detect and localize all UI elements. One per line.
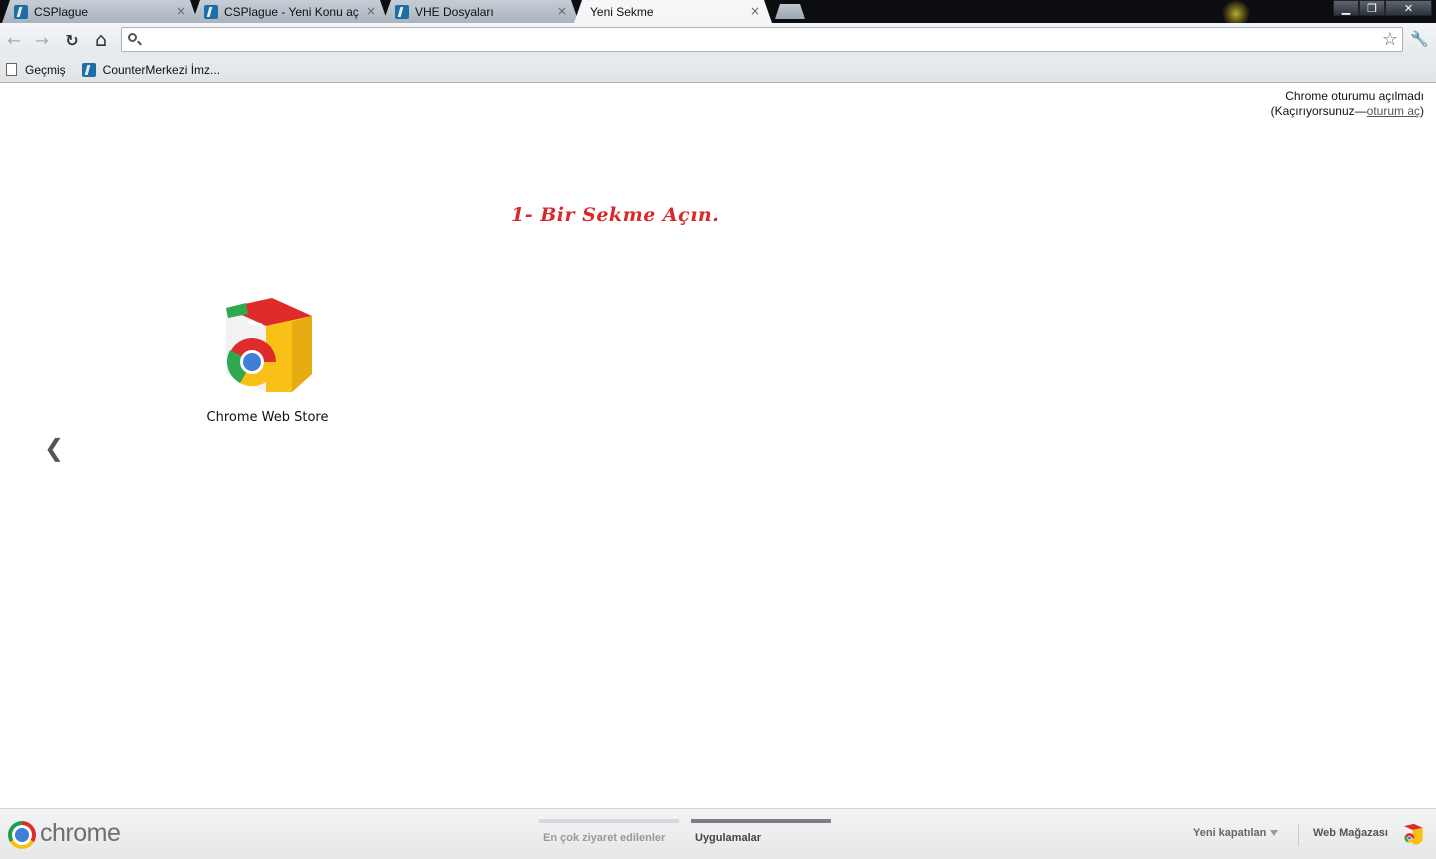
- tutorial-annotation: 1- Bir Sekme Açın.: [511, 204, 720, 226]
- ntp-footer: chrome En çok ziyaret edilenler Uygulama…: [0, 808, 1436, 859]
- minimize-button[interactable]: ▁: [1333, 0, 1359, 16]
- forward-button[interactable]: →: [32, 30, 52, 50]
- web-store-icon[interactable]: [1402, 823, 1424, 845]
- web-store-link[interactable]: Web Mağazası: [1313, 827, 1388, 839]
- omnibox[interactable]: ☆: [121, 27, 1403, 52]
- footer-divider: [1298, 824, 1299, 846]
- tab-strip: CSPlague × CSPlague - Yeni Konu aç × VHE…: [0, 0, 1436, 23]
- page-icon: [6, 63, 17, 76]
- site-favicon-icon: [81, 62, 96, 77]
- site-favicon-icon: [395, 4, 409, 19]
- bookmark-gecmis[interactable]: Geçmiş: [6, 63, 66, 77]
- bookmark-label: Geçmiş: [25, 62, 66, 77]
- app-tile-chrome-web-store[interactable]: Chrome Web Store: [200, 294, 335, 425]
- app-label: Chrome Web Store: [206, 410, 329, 425]
- tab-title: CSPlague - Yeni Konu aç: [224, 4, 359, 19]
- bookmark-label: CounterMerkezi İmz...: [102, 62, 221, 77]
- back-button[interactable]: ←: [4, 30, 24, 50]
- signin-suffix: ): [1420, 104, 1424, 118]
- footer-tab-label: En çok ziyaret edilenler: [543, 832, 666, 844]
- bookmarks-bar: Geçmiş CounterMerkezi İmz...: [0, 57, 1436, 83]
- chrome-wordmark: chrome: [40, 819, 121, 847]
- tab-title: CSPlague: [34, 4, 89, 19]
- chrome-logo-icon: [8, 821, 36, 849]
- recently-closed-menu[interactable]: Yeni kapatılan: [1193, 827, 1279, 839]
- tab-close-icon[interactable]: ×: [176, 4, 186, 18]
- signin-link[interactable]: oturum aç: [1367, 104, 1420, 118]
- tab-close-icon[interactable]: ×: [366, 4, 376, 18]
- tab-close-icon[interactable]: ×: [750, 4, 760, 18]
- site-favicon-icon: [204, 4, 218, 19]
- page-left-chevron-icon[interactable]: ❮: [44, 434, 64, 462]
- home-button[interactable]: ⌂: [91, 29, 111, 51]
- signin-promo: Chrome oturumu açılmadı (Kaçırıyorsunuz—…: [1271, 89, 1424, 119]
- tab-title: Yeni Sekme: [590, 4, 654, 19]
- tab-yeni-sekme[interactable]: Yeni Sekme ×: [574, 0, 772, 23]
- close-window-button[interactable]: ✕: [1385, 0, 1432, 16]
- footer-tab-most-visited[interactable]: En çok ziyaret edilenler: [539, 819, 679, 849]
- footer-tab-apps[interactable]: Uygulamalar: [691, 819, 831, 849]
- maximize-button[interactable]: ❐: [1359, 0, 1385, 16]
- site-favicon-icon: [14, 4, 28, 19]
- chevron-down-icon: [1270, 830, 1279, 837]
- bookmark-countermerkezi[interactable]: CounterMerkezi İmz...: [81, 62, 221, 77]
- tab-csplague-yeni-konu[interactable]: CSPlague - Yeni Konu aç ×: [192, 0, 388, 23]
- recently-closed-label: Yeni kapatılan: [1193, 827, 1267, 839]
- chrome-web-store-icon: [222, 294, 314, 394]
- new-tab-button[interactable]: [775, 4, 805, 19]
- address-input[interactable]: [148, 30, 1368, 49]
- wrench-menu-icon[interactable]: 🔧: [1410, 30, 1429, 48]
- signin-prefix: (Kaçırıyorsunuz—: [1270, 104, 1367, 118]
- tab-title: VHE Dosyaları: [415, 4, 494, 19]
- search-icon: [128, 33, 137, 42]
- footer-tab-label: Uygulamalar: [695, 832, 762, 844]
- bookmark-star-icon[interactable]: ☆: [1382, 29, 1398, 50]
- tab-vhe-dosyalari[interactable]: VHE Dosyaları ×: [383, 0, 579, 23]
- tab-csplague[interactable]: CSPlague ×: [2, 0, 198, 23]
- reload-button[interactable]: ↻: [62, 30, 82, 50]
- toolbar: ← → ↻ ⌂ ☆ 🔧: [0, 23, 1436, 57]
- tab-close-icon[interactable]: ×: [557, 4, 567, 18]
- signin-status: Chrome oturumu açılmadı: [1285, 89, 1424, 103]
